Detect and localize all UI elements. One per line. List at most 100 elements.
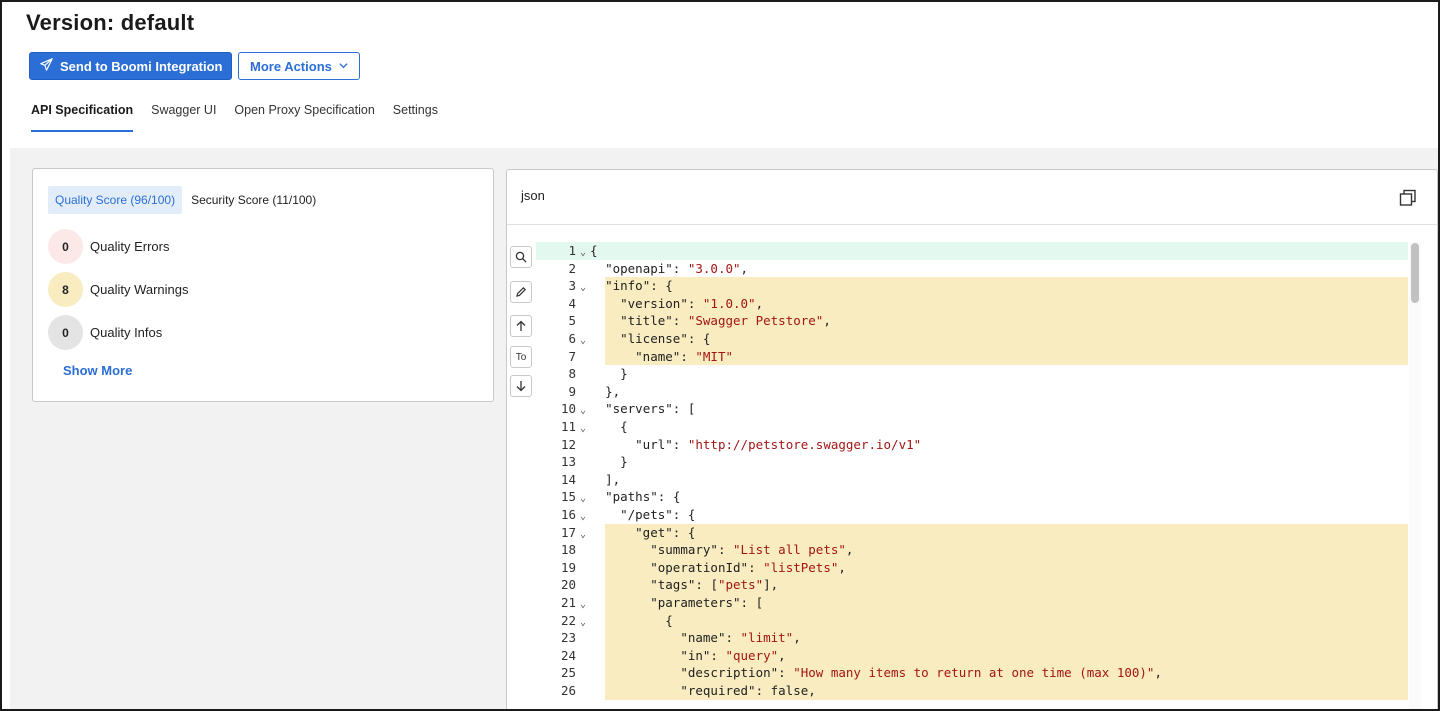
code-line: 8 } (536, 365, 1408, 383)
to-button[interactable]: To (510, 346, 532, 368)
more-actions-button[interactable]: More Actions (238, 52, 360, 80)
quality-errors-count: 0 (48, 229, 83, 264)
line-number: 3 (568, 278, 576, 294)
line-number: 24 (560, 647, 576, 663)
search-icon[interactable] (510, 246, 532, 268)
code-text: "url": "http://petstore.swagger.io/v1" (635, 436, 922, 452)
line-number: 12 (560, 436, 576, 452)
arrow-down-icon[interactable] (510, 375, 532, 397)
send-to-boomi-button[interactable]: Send to Boomi Integration (29, 52, 232, 80)
page-title: Version: default (26, 10, 195, 35)
copy-icon[interactable] (1399, 189, 1419, 209)
code-line: 21 ⌄ "parameters": [ (536, 594, 1408, 612)
code-line: 25 "description": "How many items to ret… (536, 664, 1408, 682)
line-number: 11 (560, 419, 576, 434)
line-number: 26 (560, 683, 576, 698)
tab-open-proxy-specification[interactable]: Open Proxy Specification (234, 100, 374, 132)
code-line: 7 "name": "MIT" (536, 347, 1408, 366)
code-text: "title": "Swagger Petstore", (620, 313, 831, 329)
app-window: Version: default Send to Boomi Integrati… (0, 0, 1440, 711)
code-text: "openapi": "3.0.0", (605, 260, 749, 276)
code-text: "get": { (635, 524, 696, 540)
code-line: 14 ], (536, 471, 1408, 489)
line-number: 9 (568, 383, 576, 399)
chevron-down-icon (338, 59, 349, 74)
editor-language-label: json (521, 188, 545, 203)
code-line: 20 "tags": ["pets"], (536, 576, 1408, 594)
more-actions-label: More Actions (250, 58, 332, 74)
code-text: }, (605, 383, 621, 399)
quality-infos-count: 0 (48, 315, 83, 350)
line-number: 8 (568, 366, 576, 382)
line-number: 17 (560, 524, 576, 540)
code-text: } (620, 366, 628, 382)
code-text: "description": "How many items to return… (680, 665, 1162, 681)
code-text: { (620, 419, 628, 434)
score-tabs: Quality Score (96/100) Security Score (1… (48, 186, 323, 214)
quality-errors-row: 0 Quality Errors (48, 229, 169, 264)
line-number: 25 (560, 665, 576, 681)
page-header: Version: default Send to Boomi Integrati… (2, 2, 1438, 148)
quality-warnings-label: Quality Warnings (90, 282, 189, 297)
tab-swagger-ui[interactable]: Swagger UI (151, 100, 216, 132)
line-number: 18 (560, 542, 576, 558)
code-line: 24 "in": "query", (536, 646, 1408, 665)
line-number: 4 (568, 295, 576, 311)
tab-security-score[interactable]: Security Score (11/100) (184, 186, 323, 214)
code-line: 19 "operationId": "listPets", (536, 558, 1408, 577)
line-number: 2 (568, 260, 576, 276)
tab-api-specification[interactable]: API Specification (31, 100, 134, 132)
code-text: "parameters": [ (650, 595, 764, 610)
quality-warnings-row: 8 Quality Warnings (48, 272, 189, 307)
code-text: } (620, 454, 628, 470)
pencil-icon[interactable] (510, 281, 532, 303)
code-area[interactable]: 1 ⌄{2 "openapi": "3.0.0", 3 ⌄ "info": {4 "v… (536, 242, 1408, 709)
line-number: 22 (560, 612, 576, 628)
code-line: 15 ⌄ "paths": { (536, 488, 1408, 506)
line-number: 23 (560, 630, 576, 646)
tab-quality-score[interactable]: Quality Score (96/100) (48, 186, 183, 214)
code-text: "summary": "List all pets", (650, 542, 854, 558)
code-line: 5 "title": "Swagger Petstore", (536, 312, 1408, 330)
arrow-up-icon[interactable] (510, 315, 532, 337)
line-number: 7 (568, 348, 576, 364)
paper-plane-icon (40, 58, 53, 74)
code-line: 11 ⌄ { (536, 418, 1408, 436)
code-line: 22 ⌄ { (536, 611, 1408, 630)
line-number: 13 (560, 454, 576, 470)
score-card: Quality Score (96/100) Security Score (1… (32, 168, 494, 402)
quality-errors-label: Quality Errors (90, 239, 170, 254)
code-text: "tags": ["pets"], (650, 577, 779, 593)
line-number: 15 (560, 489, 576, 505)
line-number: 1 (568, 243, 576, 258)
show-more-link[interactable]: Show More (63, 363, 132, 378)
code-text: "name": "limit", (680, 630, 801, 646)
tab-settings[interactable]: Settings (393, 100, 438, 132)
code-text: { (590, 243, 598, 258)
line-number: 5 (568, 313, 576, 329)
code-text: "version": "1.0.0", (620, 295, 764, 311)
line-number: 10 (560, 401, 576, 417)
quality-infos-label: Quality Infos (90, 325, 163, 340)
code-line: 3 ⌄ "info": { (536, 277, 1408, 295)
code-line: 9 }, (536, 383, 1408, 401)
code-line: 16 ⌄ "/pets": { (536, 506, 1408, 524)
code-text: { (665, 612, 673, 628)
code-line: 13 } (536, 453, 1408, 471)
code-line: 12 "url": "http://petstore.swagger.io/v1… (536, 436, 1408, 454)
quality-warnings-count: 8 (48, 272, 83, 307)
code-text: "name": "MIT" (635, 348, 734, 364)
code-line: 23 "name": "limit", (536, 629, 1408, 647)
code-line: 17 ⌄ "get": { (536, 523, 1408, 542)
code-line: 6 ⌄ "license": { (536, 330, 1408, 348)
code-line: 2 "openapi": "3.0.0", (536, 260, 1408, 278)
code-line: 26 "required": false, (536, 682, 1408, 700)
send-to-boomi-label: Send to Boomi Integration (60, 58, 223, 74)
code-text: "servers": [ (605, 401, 696, 417)
line-number: 16 (560, 507, 576, 522)
editor-scrollbar[interactable] (1409, 242, 1421, 709)
editor-scrollbar-thumb[interactable] (1411, 243, 1419, 303)
code-line: 18 "summary": "List all pets", (536, 541, 1408, 559)
editor-header: json (507, 170, 1437, 225)
